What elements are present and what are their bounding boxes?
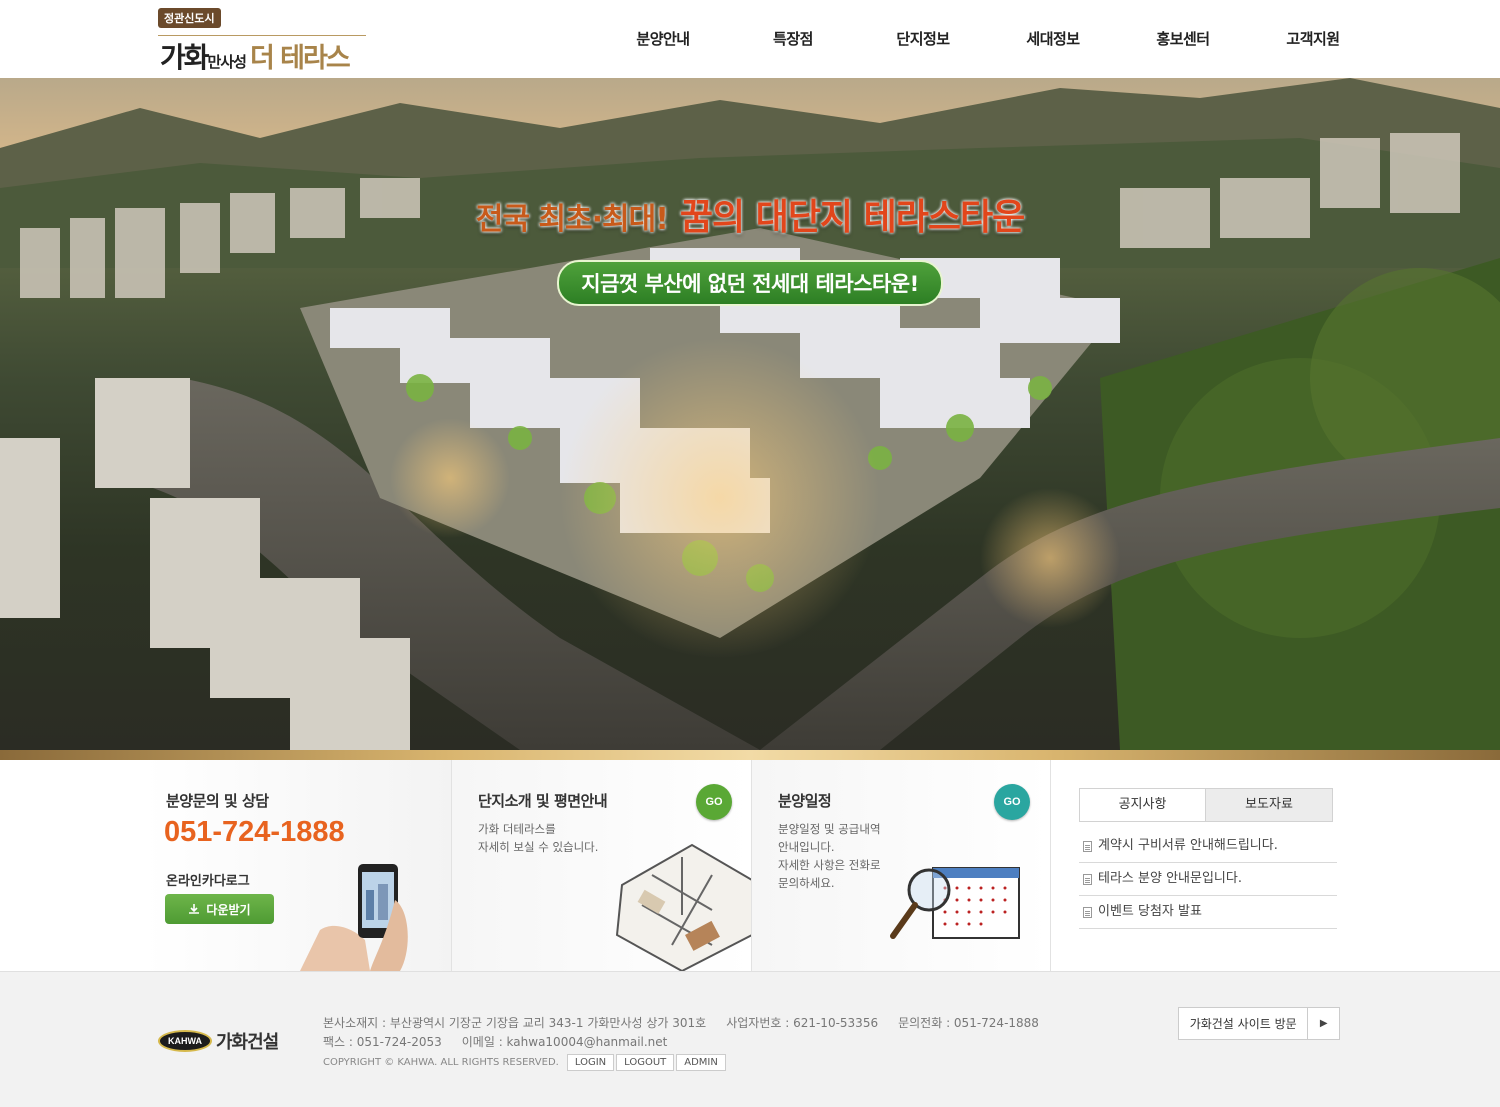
login-button[interactable]: LOGIN xyxy=(566,1054,615,1071)
document-icon xyxy=(1083,906,1092,918)
consult-title: 분양문의 및 상담 xyxy=(166,792,269,810)
document-icon xyxy=(1083,873,1092,885)
footer-email: 이메일 : kahwa10004@hanmail.net xyxy=(461,1035,668,1049)
info-panels: 분양문의 및 상담 051-724-1888 온라인카다로그 다운받기 단지소개… xyxy=(0,760,1500,971)
nav-item-complex-info[interactable]: 단지정보 xyxy=(858,28,988,56)
consult-panel: 분양문의 및 상담 051-724-1888 온라인카다로그 다운받기 xyxy=(145,760,451,971)
catalog-label: 온라인카다로그 xyxy=(166,874,250,889)
logo-name: 더 테라스 xyxy=(249,43,351,74)
list-item[interactable]: 이벤트 당첨자 발표 xyxy=(1079,896,1337,929)
nav-item-features[interactable]: 특장점 xyxy=(728,28,858,56)
notice-panel: 공지사항 보도자료 계약시 구비서류 안내해드립니다. 테라스 분양 안내문입니… xyxy=(1079,760,1339,971)
visit-site-label: 가화건설 사이트 방문 xyxy=(1189,1017,1297,1031)
visit-site-button[interactable]: 가화건설 사이트 방문 ▶ xyxy=(1178,1007,1340,1040)
hero-subline-wrap: 지금껏 부산에 없던 전세대 테라스타운! xyxy=(0,260,1500,306)
site-footer: KAHWA 가화건설 본사소재지 : 부산광역시 기장군 기장읍 교리 343-… xyxy=(0,971,1500,1107)
schedule-desc-line: 분양일정 및 공급내역 xyxy=(778,822,881,836)
logo-wordmark: 가화만사성 더 테라스 xyxy=(160,36,351,76)
site-logo[interactable]: 정관신도시 가화만사성 더 테라스 xyxy=(158,8,373,74)
logo-brand: 가화 xyxy=(160,41,210,74)
list-item[interactable]: 테라스 분양 안내문입니다. xyxy=(1079,863,1337,896)
schedule-desc-line: 안내입니다. xyxy=(778,840,835,854)
logout-button[interactable]: LOGOUT xyxy=(616,1054,675,1071)
gold-divider xyxy=(0,750,1500,760)
notice-list: 계약시 구비서류 안내해드립니다. 테라스 분양 안내문입니다. 이벤트 당첨자… xyxy=(1079,830,1337,929)
tab-press[interactable]: 보도자료 xyxy=(1206,788,1333,822)
hero-subline: 지금껏 부산에 없던 전세대 테라스타운! xyxy=(557,260,943,306)
footer-row-company: 본사소재지 : 부산광역시 기장군 기장읍 교리 343-1 가화만사성 상가 … xyxy=(323,1014,1039,1033)
nav-item-customer-support[interactable]: 고객지원 xyxy=(1248,28,1378,56)
nav-item-sales-info[interactable]: 분양안내 xyxy=(598,28,728,56)
catalog-download-button[interactable]: 다운받기 xyxy=(165,894,274,924)
footer-fax: 팩스 : 051-724-2053 xyxy=(323,1035,442,1049)
nav-item-unit-info[interactable]: 세대정보 xyxy=(988,28,1118,56)
footer-copyright-row: COPYRIGHT © KAHWA. ALL RIGHTS RESERVED. … xyxy=(323,1053,1039,1072)
footer-copyright: COPYRIGHT © KAHWA. ALL RIGHTS RESERVED. xyxy=(323,1057,559,1068)
download-label: 다운받기 xyxy=(206,902,251,917)
calendar-magnifier-image xyxy=(890,867,1020,939)
notice-item-title: 테라스 분양 안내문입니다. xyxy=(1098,871,1242,886)
hero-aerial-image xyxy=(0,78,1500,750)
floor-plan-image xyxy=(615,843,752,971)
nav-item-pr-center[interactable]: 홍보센터 xyxy=(1118,28,1248,56)
kahwa-logo-mark: KAHWA xyxy=(158,1030,212,1052)
main-nav: 분양안내 특장점 단지정보 세대정보 홍보센터 고객지원 xyxy=(598,28,1378,56)
list-item[interactable]: 계약시 구비서류 안내해드립니다. xyxy=(1079,830,1337,863)
hero-headline-main: 꿈의 대단지 테라스타운 xyxy=(679,197,1025,238)
admin-button[interactable]: ADMIN xyxy=(676,1054,726,1071)
notice-item-title: 이벤트 당첨자 발표 xyxy=(1098,904,1202,919)
arrow-right-icon: ▶ xyxy=(1307,1008,1339,1039)
site-header: 정관신도시 가화만사성 더 테라스 분양안내 특장점 단지정보 세대정보 홍보센터… xyxy=(0,0,1500,78)
logo-badge: 정관신도시 xyxy=(158,8,221,28)
footer-info: 본사소재지 : 부산광역시 기장군 기장읍 교리 343-1 가화만사성 상가 … xyxy=(323,1014,1039,1072)
hero-headline-prefix: 전국 최초·최대! xyxy=(475,202,669,237)
smartphone-hand-image xyxy=(300,864,408,971)
footer-biz-no: 사업자번호 : 621-10-53356 xyxy=(726,1016,879,1030)
complex-panel: 단지소개 및 평면안내 GO 가화 더테라스를 자세히 보실 수 있습니다. xyxy=(451,760,752,971)
document-icon xyxy=(1083,840,1092,852)
complex-title: 단지소개 및 평면안내 xyxy=(478,792,608,810)
complex-go-button[interactable]: GO xyxy=(696,784,732,820)
download-icon xyxy=(189,904,200,914)
tab-notice[interactable]: 공지사항 xyxy=(1079,788,1206,822)
hero-banner: 전국 최초·최대! 꿈의 대단지 테라스타운 지금껏 부산에 없던 전세대 테라스… xyxy=(0,78,1500,750)
schedule-title: 분양일정 xyxy=(778,792,832,810)
footer-row-contact: 팩스 : 051-724-2053 이메일 : kahwa10004@hanmai… xyxy=(323,1033,1039,1052)
footer-address: 본사소재지 : 부산광역시 기장군 기장읍 교리 343-1 가화만사성 상가 … xyxy=(323,1016,707,1030)
footer-logo-text: 가화건설 xyxy=(216,1032,279,1053)
schedule-go-button[interactable]: GO xyxy=(994,784,1030,820)
footer-inquiry: 문의전화 : 051-724-1888 xyxy=(898,1016,1039,1030)
schedule-panel: 분양일정 GO 분양일정 및 공급내역 안내입니다. 자세한 사항은 전화로 문… xyxy=(751,760,1051,971)
footer-logo: KAHWA 가화건설 xyxy=(158,1028,279,1054)
notice-tabs: 공지사항 보도자료 xyxy=(1079,788,1333,822)
hero-headline: 전국 최초·최대! 꿈의 대단지 테라스타운 xyxy=(0,188,1500,240)
admin-buttons: LOGIN LOGOUT ADMIN xyxy=(566,1054,726,1071)
notice-item-title: 계약시 구비서류 안내해드립니다. xyxy=(1098,838,1278,853)
logo-sub: 만사성 xyxy=(207,53,247,71)
consult-phone: 051-724-1888 xyxy=(164,816,345,848)
